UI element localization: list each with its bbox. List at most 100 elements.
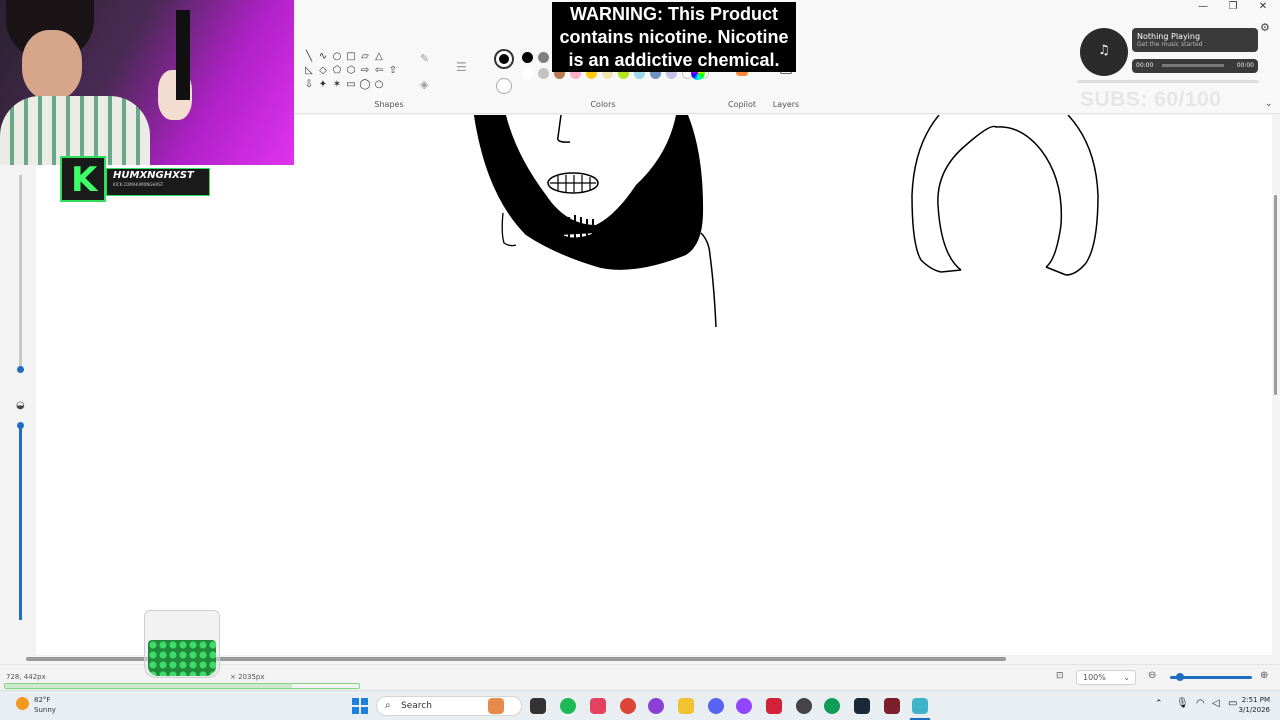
- logo-k-mark: K: [60, 156, 106, 202]
- music-time-end: 00:00: [1236, 62, 1254, 69]
- game-icon[interactable]: [884, 698, 900, 714]
- spotify-icon[interactable]: [560, 698, 576, 714]
- color-swatch[interactable]: [522, 52, 533, 63]
- shoulder-line: [700, 232, 717, 328]
- close-button[interactable]: ✕: [1248, 0, 1278, 14]
- zoom-select[interactable]: 100% ⌄: [1076, 670, 1136, 685]
- ribbon-collapse-icon[interactable]: ⌄: [1265, 99, 1273, 109]
- shape-option-icon[interactable]: ◺: [302, 64, 316, 78]
- music-progress-track: [1162, 64, 1224, 67]
- opacity-icon: ◒: [16, 400, 25, 411]
- sub-jar: [144, 610, 220, 680]
- chrome-alt-icon[interactable]: [824, 698, 840, 714]
- webcam-feed: [0, 0, 294, 165]
- chrome-icon[interactable]: [620, 698, 636, 714]
- shape-option-icon[interactable]: ⇩: [302, 78, 316, 92]
- tray-chevron-icon[interactable]: ⌃: [1155, 699, 1163, 709]
- color-swatch[interactable]: [538, 68, 549, 79]
- clock-date: 3/1/2026: [1238, 706, 1270, 714]
- start-icon[interactable]: [352, 698, 368, 714]
- drawing: [474, 114, 1099, 328]
- minimize-button[interactable]: —: [1188, 0, 1218, 14]
- weather-condition: Sunny: [34, 706, 56, 714]
- shape-option-icon[interactable]: □: [344, 50, 358, 64]
- fill-icon[interactable]: ◈: [420, 78, 428, 91]
- discord-icon[interactable]: [708, 698, 724, 714]
- shapes-group-label: Shapes: [374, 100, 404, 109]
- brush-size-slider[interactable]: [19, 175, 22, 370]
- file-explorer-icon[interactable]: [678, 698, 694, 714]
- shape-option-icon[interactable]: ◯: [358, 78, 372, 92]
- color-swatch[interactable]: [538, 52, 549, 63]
- color1-selector[interactable]: [494, 49, 514, 69]
- shape-option-icon[interactable]: ▱: [358, 50, 372, 64]
- dark-app-icon[interactable]: [796, 698, 812, 714]
- person-shirt: [0, 96, 150, 165]
- chevron-down-icon: ⌄: [1123, 673, 1130, 682]
- zoom-in-icon[interactable]: ⊕: [1260, 670, 1268, 681]
- colors-group-label: Colors: [590, 100, 616, 109]
- right-figure-outline: [911, 114, 942, 273]
- obs-icon[interactable]: [736, 698, 752, 714]
- music-title: Nothing Playing: [1137, 32, 1201, 41]
- battery-icon[interactable]: ▭: [1228, 698, 1237, 709]
- weather-widget[interactable]: 82°F Sunny: [34, 695, 56, 715]
- app-circle-icon[interactable]: [648, 698, 664, 714]
- weather-sun-icon[interactable]: [16, 697, 29, 710]
- layers-label[interactable]: Layers: [766, 100, 806, 109]
- taskbar: 82°F Sunny ⌕ Search ⌃ 🎙 ◠ ◁ ▭ 2:51 PM 3/…: [0, 690, 1280, 720]
- vertical-scrollbar[interactable]: [1274, 195, 1277, 395]
- task-view-icon[interactable]: [530, 698, 546, 714]
- clock-time: 2:51 PM: [1241, 696, 1270, 704]
- color2-selector[interactable]: [496, 78, 512, 94]
- volume-icon[interactable]: ◁: [1212, 698, 1220, 709]
- shape-option-icon[interactable]: ⇧: [386, 64, 400, 78]
- shapes-gallery[interactable]: ╲ ∿ ○ □ ▱ △ ◺ ◇ ⬠ ⬡ ⇨ ⇦ ⇧ ⇩ ✦ ✶ ▭ ◯ ○: [302, 50, 406, 92]
- search-icon: ⌕: [385, 700, 391, 711]
- shape-option-icon[interactable]: ⇦: [372, 64, 386, 78]
- shape-option-icon[interactable]: ○: [372, 78, 386, 92]
- shape-option-icon[interactable]: △: [372, 50, 386, 64]
- shape-option-icon[interactable]: ╲: [302, 50, 316, 64]
- shape-option-icon[interactable]: ✶: [330, 78, 344, 92]
- copilot-label[interactable]: Copilot: [722, 100, 762, 109]
- shape-option-icon[interactable]: ⇨: [358, 64, 372, 78]
- steam-icon[interactable]: [854, 698, 870, 714]
- cursor-position: 728, 442px: [6, 673, 46, 681]
- opacity-knob[interactable]: [17, 422, 24, 429]
- jar-coins: [148, 640, 216, 676]
- shape-option-icon[interactable]: ✦: [316, 78, 330, 92]
- restore-button[interactable]: ❐: [1218, 0, 1248, 14]
- brush-size-knob[interactable]: [17, 366, 24, 373]
- music-app-icon[interactable]: [590, 698, 606, 714]
- shape-option-icon[interactable]: [386, 78, 400, 92]
- canvas-size: × 2035px: [230, 673, 265, 681]
- progress-fill: [5, 684, 292, 688]
- color-swatch[interactable]: [522, 68, 533, 79]
- fit-to-window-icon[interactable]: ⊡: [1056, 671, 1064, 681]
- streamer-name: HUMXNGHXST: [113, 170, 194, 181]
- microphone-icon[interactable]: 🎙: [1176, 698, 1189, 709]
- shape-option-icon[interactable]: ◇: [316, 64, 330, 78]
- music-subtitle: Get the music started: [1137, 41, 1203, 48]
- outline-icon[interactable]: ✎: [420, 52, 429, 65]
- opacity-slider[interactable]: [19, 425, 22, 620]
- zoom-out-icon[interactable]: ⊖: [1148, 670, 1156, 681]
- clock[interactable]: 2:51 PM 3/1/2026: [1239, 695, 1270, 715]
- zoom-slider-knob[interactable]: [1176, 673, 1184, 681]
- shape-option-icon[interactable]: ⬠: [330, 64, 344, 78]
- streamer-url: KICK.COM/HUMXNGHXST: [113, 182, 164, 187]
- paint-icon[interactable]: [912, 698, 928, 714]
- settings-icon[interactable]: ⚙: [1260, 21, 1270, 34]
- microphone-arm: [176, 10, 190, 100]
- shape-option-icon[interactable]: [386, 50, 400, 64]
- shape-option-icon[interactable]: ∿: [316, 50, 330, 64]
- wifi-icon[interactable]: ◠: [1196, 698, 1205, 709]
- red-app-icon[interactable]: [766, 698, 782, 714]
- drawing-canvas[interactable]: [36, 114, 1272, 655]
- shape-option-icon[interactable]: ○: [330, 50, 344, 64]
- shape-option-icon[interactable]: ▭: [344, 78, 358, 92]
- search-highlight-icon: [488, 698, 504, 714]
- shape-option-icon[interactable]: ⬡: [344, 64, 358, 78]
- size-icon[interactable]: ☰: [456, 60, 467, 74]
